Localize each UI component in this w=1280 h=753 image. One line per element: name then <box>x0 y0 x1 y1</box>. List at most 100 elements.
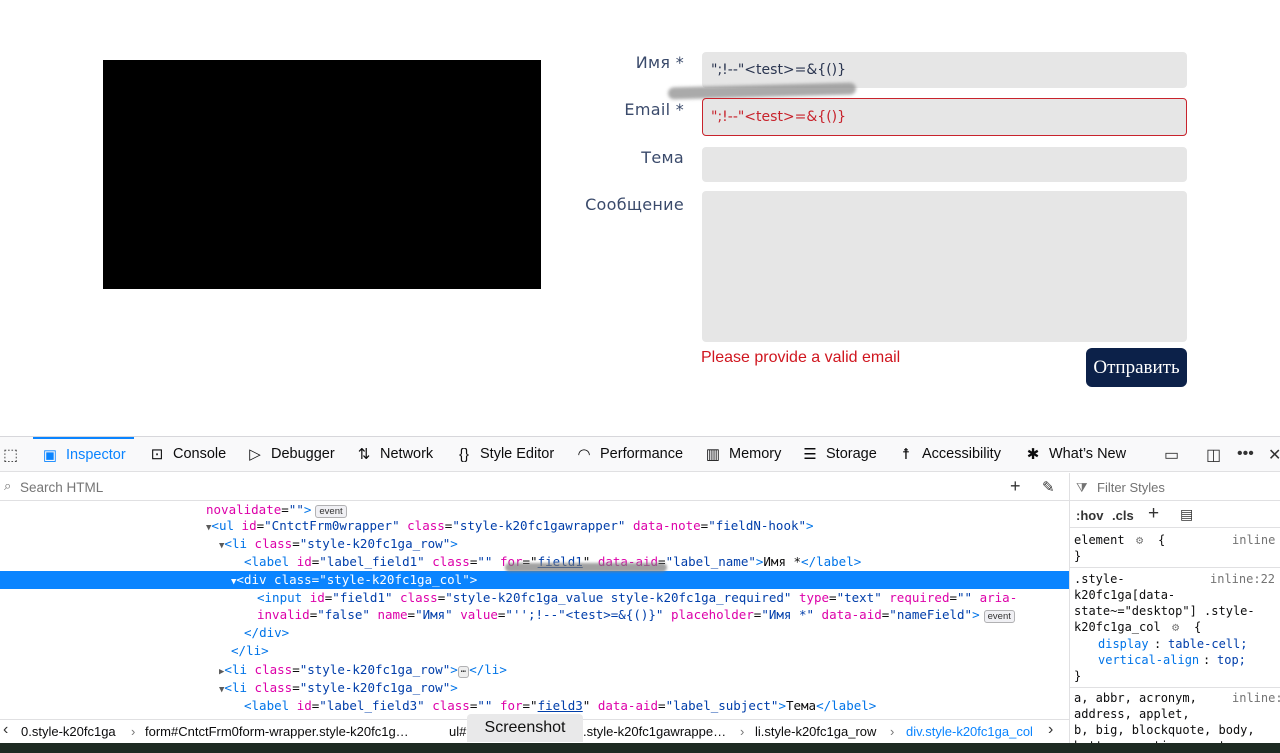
scribble-mark <box>505 563 667 572</box>
rule-divider <box>1070 687 1280 688</box>
markup-line[interactable]: </div> <box>0 624 1069 642</box>
tab-whats-new[interactable]: ✱ What’s New <box>1024 437 1126 471</box>
accessibility-icon: ☨ <box>901 446 911 463</box>
rule-brace: } <box>1074 669 1082 683</box>
devtools-toolbar: ⬚ ▣ Inspector ⊡ Console ▷ Debugger ⇅ Network… <box>0 437 1280 472</box>
message-field[interactable] <box>702 191 1187 342</box>
message-label: Сообщение <box>585 195 684 214</box>
filter-styles-input[interactable]: Filter Styles <box>1097 480 1165 495</box>
markup-line[interactable]: <input id="field1" class="style-k20fc1ga… <box>0 589 1069 607</box>
page: Имя * ";!--"<test>=&{()} Email * ";!--"<… <box>0 0 1280 753</box>
tab-performance[interactable]: ◠ Performance <box>575 437 683 471</box>
more-options-icon[interactable]: ••• <box>1237 445 1254 463</box>
chevron-left-icon[interactable]: ‹ <box>3 721 8 739</box>
background-strip <box>0 743 1280 753</box>
rule-selector: .style- <box>1074 572 1125 586</box>
responsive-layout-icon[interactable]: ▭ <box>1164 445 1179 465</box>
style-editor-icon: {} <box>458 445 470 463</box>
breadcrumb-item[interactable]: li.style-k20fc1ga_row <box>755 724 876 739</box>
event-badge[interactable]: event <box>983 610 1015 623</box>
markup-line[interactable]: ▶<li class="style-k20fc1ga_row"> ⋯ </li> <box>0 661 1069 679</box>
rule-selector: k20fc1ga_col <box>1074 620 1161 634</box>
css-value[interactable]: top; <box>1217 652 1246 668</box>
markup-view: novalidate=""> event ▼<ul id="CntctFrm0wr… <box>0 501 1069 719</box>
rule-selector: a, abbr, acronym, <box>1074 691 1197 705</box>
rule-selector: b, big, blockquote, body, <box>1074 723 1255 737</box>
email-error-message: Please provide a valid email <box>701 349 901 366</box>
tab-label: Accessibility <box>922 446 1001 462</box>
tab-label: Storage <box>826 446 877 462</box>
close-icon[interactable]: ✕ <box>1268 445 1280 465</box>
css-value[interactable]: table-cell; <box>1168 636 1247 652</box>
gear-icon[interactable]: ⚙ <box>1136 532 1143 548</box>
screenshot-tooltip: Screenshot <box>467 714 583 742</box>
print-media-icon[interactable]: ▤ <box>1180 506 1193 523</box>
rule-source[interactable]: inline:2 <box>1232 690 1280 706</box>
console-icon: ⊡ <box>150 446 164 463</box>
markup-line[interactable]: <label id="label_field3" class="" for="f… <box>0 697 1069 715</box>
tab-storage[interactable]: ☰ Storage <box>801 437 877 471</box>
css-property[interactable]: vertical-align <box>1098 652 1199 668</box>
devtools-panel: ⬚ ▣ Inspector ⊡ Console ▷ Debugger ⇅ Network… <box>0 436 1280 753</box>
markup-line[interactable]: invalid="false" name="Имя" value="'';!--… <box>0 606 1069 624</box>
dock-options-icon[interactable]: ◫ <box>1206 445 1221 465</box>
chevron-right-icon[interactable]: › <box>1048 721 1053 739</box>
markup-line[interactable]: ▼<li class="style-k20fc1ga_row"> <box>0 679 1069 697</box>
eyedropper-icon[interactable]: ✎ <box>1042 478 1055 496</box>
debugger-icon: ▷ <box>249 446 261 463</box>
tab-network[interactable]: ⇅ Network <box>355 437 433 471</box>
rule-brace: { <box>1194 620 1202 634</box>
rule-selector: state~="desktop"] .style- <box>1074 604 1255 618</box>
rule-divider <box>1070 567 1280 568</box>
css-colon: : <box>1154 637 1162 651</box>
breadcrumb-item[interactable]: ul# <box>449 724 466 739</box>
tab-accessibility[interactable]: ☨ Accessibility <box>897 437 1001 471</box>
gear-icon[interactable]: ⚙ <box>1172 619 1179 635</box>
tab-console[interactable]: ⊡ Console <box>148 437 227 471</box>
tab-label: Memory <box>729 446 782 462</box>
markup-line[interactable]: ▼<ul id="CntctFrm0wrapper" class="style-… <box>0 517 1069 535</box>
add-rule-icon[interactable]: + <box>1148 503 1159 525</box>
rule-selector: element <box>1074 533 1125 547</box>
tab-label: Inspector <box>66 447 126 463</box>
rule-selector: address, applet, <box>1074 707 1190 721</box>
subject-field[interactable] <box>702 147 1187 182</box>
tab-style-editor[interactable]: {} Style Editor <box>455 437 554 471</box>
class-toggle[interactable]: .cls <box>1112 508 1134 523</box>
collapsed-content-ellipsis[interactable]: ⋯ <box>457 666 470 678</box>
markup-line-selected[interactable]: ▼<div class="style-k20fc1ga_col"> <box>0 571 1069 589</box>
search-icon: ⌕ <box>4 478 12 493</box>
rules-toolbar: :hov .cls + ▤ <box>1070 502 1280 528</box>
rule-source[interactable]: inline:22 <box>1210 571 1275 587</box>
hover-state-toggle[interactable]: :hov <box>1076 508 1103 523</box>
tab-label: What’s New <box>1049 446 1127 462</box>
breadcrumb-separator: › <box>740 724 745 739</box>
tab-debugger[interactable]: ▷ Debugger <box>246 437 334 471</box>
tab-memory[interactable]: ▥ Memory <box>704 437 781 471</box>
markup-line[interactable]: ▼<li class="style-k20fc1ga_row"> <box>0 535 1069 553</box>
html-search-bar: ⌕ + ✎ <box>0 473 1069 501</box>
element-picker-icon[interactable]: ⬚ <box>3 445 18 465</box>
tab-label: Console <box>173 446 227 462</box>
rules-pane: ⧩ Filter Styles :hov .cls + ▤ element ⚙ … <box>1070 473 1280 753</box>
gift-icon: ✱ <box>1026 446 1040 463</box>
tab-label: Performance <box>600 446 684 462</box>
breadcrumb-item-current[interactable]: div.style-k20fc1ga_col <box>906 724 1033 739</box>
network-icon: ⇅ <box>357 446 371 463</box>
breadcrumb-item[interactable]: form#CntctFrm0form-wrapper.style-k20fc1g… <box>145 724 409 739</box>
tab-inspector[interactable]: ▣ Inspector <box>33 437 134 471</box>
email-field[interactable]: ";!--"<test>=&{()} <box>702 98 1187 136</box>
html-search-input[interactable] <box>20 476 920 498</box>
tab-label: Network <box>380 446 434 462</box>
breadcrumb-item[interactable]: 0.style-k20fc1ga <box>21 724 116 739</box>
rule-source[interactable]: inline <box>1232 532 1275 548</box>
add-node-icon[interactable]: + <box>1010 476 1021 497</box>
scribble-mark <box>667 82 857 100</box>
breadcrumb-separator: › <box>890 724 895 739</box>
css-property[interactable]: display <box>1098 636 1149 652</box>
breadcrumb-item[interactable]: .style-k20fc1gawrappe… <box>583 724 726 739</box>
submit-button[interactable]: Отправить <box>1086 348 1187 387</box>
inspector-icon: ▣ <box>42 447 58 464</box>
name-field[interactable]: ";!--"<test>=&{()} <box>702 52 1187 88</box>
markup-line[interactable]: </li> <box>0 642 1069 660</box>
